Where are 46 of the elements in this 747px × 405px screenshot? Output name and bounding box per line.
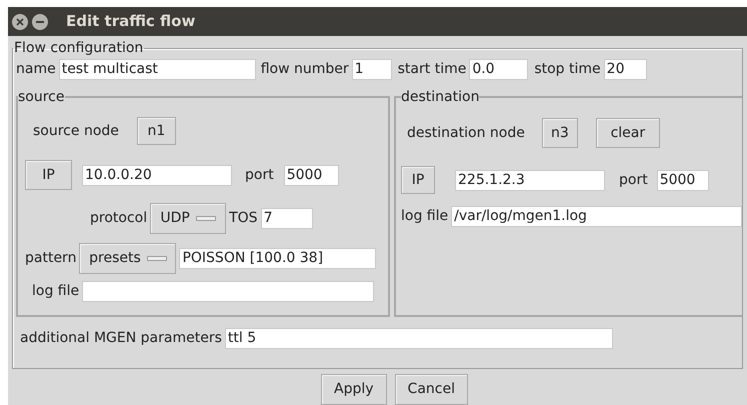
field-label: log file <box>401 207 448 226</box>
close-button[interactable] <box>12 14 28 30</box>
ip-field[interactable]: 225.1.2.3 <box>455 170 605 190</box>
dialog-button[interactable]: Cancel <box>394 374 468 405</box>
window-title: Edit traffic flow <box>66 11 196 32</box>
field-label: start time <box>398 60 466 79</box>
field-label: port <box>619 170 648 190</box>
group-title: source <box>18 89 64 105</box>
port-field[interactable]: 5000 <box>656 170 709 190</box>
field-label: source node <box>33 122 119 140</box>
stop-time-field[interactable]: 20 <box>604 59 647 80</box>
log-file-field[interactable]: /var/log/mgen1.log <box>451 206 742 227</box>
ip-field[interactable]: 10.0.0.20 <box>82 164 232 186</box>
minimize-button[interactable] <box>32 14 48 30</box>
group-title: Flow configuration <box>13 40 144 56</box>
node-button[interactable]: n1 <box>136 117 176 145</box>
ip-button[interactable]: IP <box>25 160 72 190</box>
field-label: log file <box>32 282 80 301</box>
field-label: flow number <box>260 60 349 79</box>
indicator-icon <box>146 256 167 261</box>
field-label: port <box>245 166 274 184</box>
name-field[interactable]: test multicast <box>58 59 256 80</box>
field-label: protocol <box>90 209 148 228</box>
port-field[interactable]: 5000 <box>284 164 339 186</box>
close-icon <box>16 18 24 26</box>
clear-button[interactable]: clear <box>596 118 660 148</box>
group-title: destination <box>401 89 480 105</box>
pattern-menu[interactable]: presets <box>79 243 176 274</box>
field-label: pattern <box>25 249 76 268</box>
start-time-field[interactable]: 0.0 <box>469 59 528 80</box>
pattern-field[interactable]: POISSON [100.0 38] <box>179 248 376 269</box>
mgen-parameters-field[interactable]: ttl 5 <box>224 328 613 349</box>
dialog-button[interactable]: Apply <box>321 374 387 405</box>
protocol-menu[interactable]: UDP <box>150 203 226 234</box>
log-file-field[interactable] <box>82 281 374 302</box>
node-button[interactable]: n3 <box>542 118 578 148</box>
field-label: name <box>16 60 56 79</box>
field-label: additional MGEN parameters <box>20 329 222 348</box>
field-label: destination node <box>407 124 525 142</box>
flow-number-field[interactable]: 1 <box>352 59 392 80</box>
field-label: stop time <box>534 60 601 79</box>
field-label: TOS <box>229 209 258 228</box>
ip-button[interactable]: IP <box>401 166 435 194</box>
indicator-icon <box>196 216 216 221</box>
tos-field[interactable]: 7 <box>260 208 313 229</box>
minimize-icon <box>36 20 44 22</box>
